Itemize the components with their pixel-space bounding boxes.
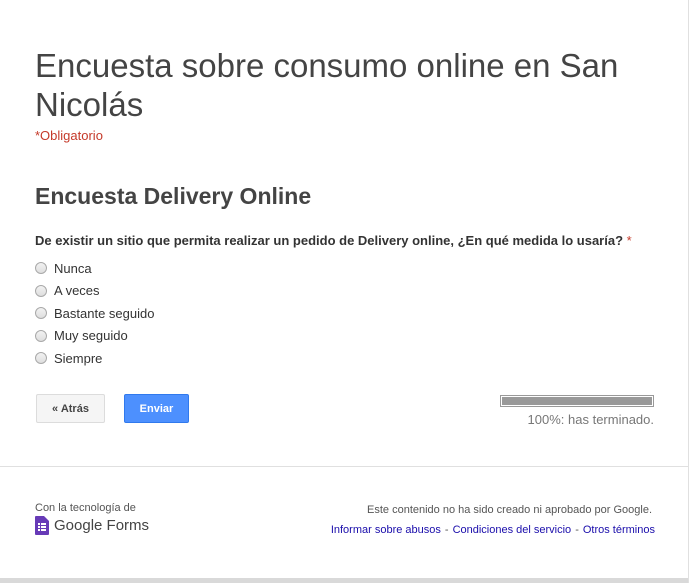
footer-links: Informar sobre abusos - Condiciones del … — [331, 524, 655, 536]
link-separator: - — [575, 524, 579, 536]
report-abuse-link[interactable]: Informar sobre abusos — [331, 524, 441, 536]
powered-by-text: Con la tecnología de — [35, 502, 136, 514]
question-label: De existir un sitio que permita realizar… — [35, 233, 632, 248]
progress-bar — [500, 395, 654, 407]
option-label: Siempre — [54, 350, 103, 366]
option-label: Bastante seguido — [54, 305, 155, 321]
option-label: Muy seguido — [54, 328, 128, 344]
option-a-veces[interactable]: A veces — [35, 280, 154, 303]
footer-divider — [0, 466, 689, 467]
bottom-border — [0, 578, 689, 583]
submit-button[interactable]: Enviar — [124, 394, 189, 423]
back-button[interactable]: « Atrás — [36, 394, 105, 423]
progress-label: 100%: has terminado. — [527, 412, 654, 427]
form-title: Encuesta sobre consumo online en San Nic… — [35, 47, 619, 123]
terms-of-service-link[interactable]: Condiciones del servicio — [453, 524, 572, 536]
option-siempre[interactable]: Siempre — [35, 347, 154, 370]
radio-button[interactable] — [35, 307, 47, 320]
option-bastante-seguido[interactable]: Bastante seguido — [35, 302, 154, 325]
radio-button[interactable] — [35, 262, 47, 275]
radio-button[interactable] — [35, 329, 47, 342]
google-forms-icon — [35, 516, 49, 535]
option-nunca[interactable]: Nunca — [35, 257, 154, 280]
radio-button[interactable] — [35, 352, 47, 365]
google-forms-wordmark: Google Forms — [54, 517, 150, 534]
radio-group: Nunca A veces Bastante seguido Muy segui… — [35, 257, 154, 370]
question-text: De existir un sitio que permita realizar… — [35, 233, 624, 248]
progress-fill — [502, 397, 652, 405]
section-title: Encuesta Delivery Online — [35, 183, 312, 209]
option-label: Nunca — [54, 260, 92, 276]
radio-button[interactable] — [35, 284, 47, 297]
required-asterisk: * — [626, 233, 632, 248]
other-terms-link[interactable]: Otros términos — [583, 524, 655, 536]
option-muy-seguido[interactable]: Muy seguido — [35, 325, 154, 348]
required-note: *Obligatorio — [35, 128, 103, 143]
disclaimer-text: Este contenido no ha sido creado ni apro… — [367, 504, 652, 516]
option-label: A veces — [54, 283, 100, 299]
google-forms-logo[interactable]: Google Forms — [35, 516, 149, 535]
link-separator: - — [444, 524, 449, 536]
